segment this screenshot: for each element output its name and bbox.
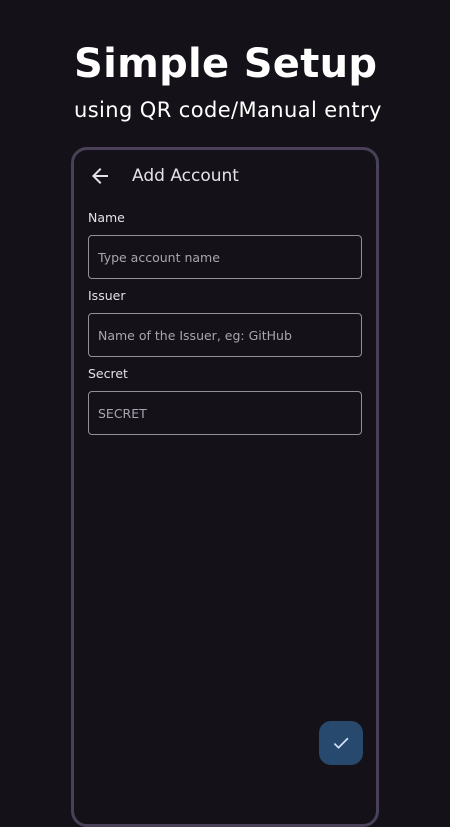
promo-title: Simple Setup <box>74 41 378 87</box>
save-account-button[interactable] <box>319 721 363 765</box>
page-title: Add Account <box>132 166 239 186</box>
phone-frame: Add Account Name Issuer Secret <box>71 147 379 827</box>
promo-header: Simple Setup using QR code/Manual entry <box>74 38 444 125</box>
issuer-label: Issuer <box>88 288 126 303</box>
name-label: Name <box>88 210 125 225</box>
secret-input[interactable] <box>88 391 362 435</box>
promo-subtitle: using QR code/Manual entry <box>74 98 382 122</box>
issuer-input[interactable] <box>88 313 362 357</box>
arrow-back-icon[interactable] <box>88 164 112 188</box>
secret-label: Secret <box>88 366 128 381</box>
check-icon <box>331 733 351 753</box>
account-name-input[interactable] <box>88 235 362 279</box>
app-bar: Add Account <box>74 150 376 202</box>
